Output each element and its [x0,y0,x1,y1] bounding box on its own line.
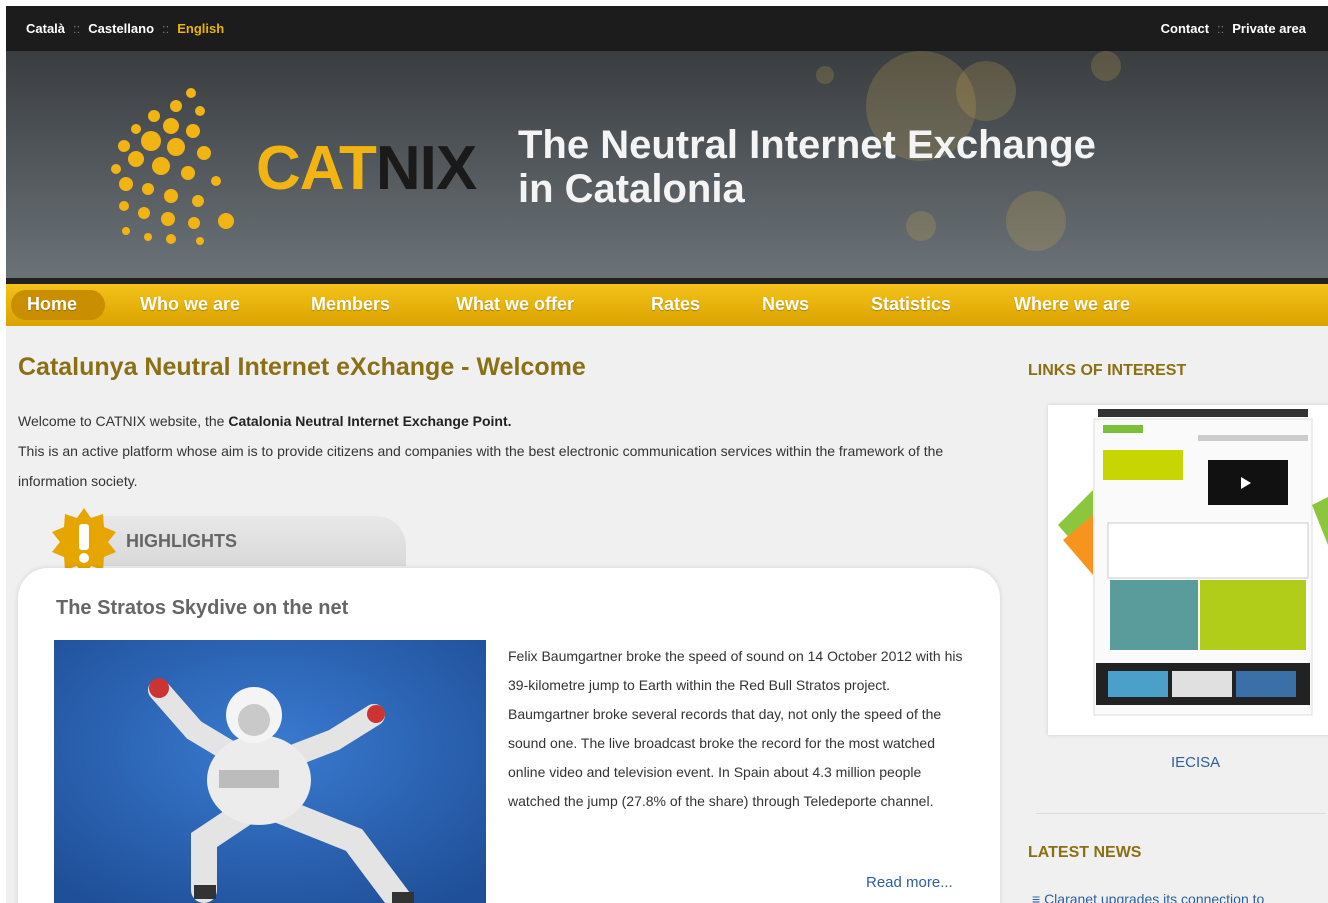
banner-decoration [906,211,936,241]
logo-cat: CAT [256,134,377,203]
top-bar: Català:: Castellano:: English Contact:: Pri… [6,6,1328,51]
logo-nix: NIX [375,134,477,203]
intro-bold: Catalonia Neutral Internet Exchange Poin… [228,413,512,429]
highlights-label: HIGHLIGHTS [126,531,237,551]
lang-catala[interactable]: Català [26,21,65,36]
intro-line-2: This is an active platform whose aim is … [18,443,944,489]
tagline-line-2: in Catalonia [518,167,745,211]
language-selector: Català:: Castellano:: English [26,21,225,36]
nav-rates[interactable]: Rates [651,294,700,315]
nav-home[interactable]: Home [27,294,77,315]
latest-news-heading: LATEST NEWS [1028,844,1142,861]
catnix-logo[interactable]: CATNIX [256,133,477,204]
private-area-link[interactable]: Private area [1232,21,1306,36]
lang-english[interactable]: English [177,21,224,36]
sidebar-divider [1036,813,1326,814]
article-image[interactable] [54,640,486,903]
nav-where-we-are[interactable]: Where we are [1014,294,1130,315]
banner-decoration [816,66,834,84]
header-banner: CATNIX The Neutral Internet Exchange in … [6,51,1328,284]
article-body: Felix Baumgartner broke the speed of sou… [508,648,963,809]
read-more-link[interactable]: Read more... [866,874,953,891]
iecisa-thumbnail[interactable] [1048,405,1328,735]
catnix-logo-icon [111,88,234,245]
nav-who-we-are[interactable]: Who we are [140,294,240,315]
nav-statistics[interactable]: Statistics [871,294,951,315]
banner-tagline: The Neutral Internet Exchange in Catalon… [518,123,1096,211]
main-navigation: Home Who we are Members What we offer Ra… [6,284,1328,326]
nav-members[interactable]: Members [311,294,390,315]
website-preview-image [1048,405,1328,735]
banner-decoration [1091,51,1121,81]
news-item[interactable]: ≡ Claranet upgrades its connection to [1032,891,1264,903]
bullet-icon: ≡ [1032,891,1041,903]
banner-decoration [956,61,1016,121]
page-title: Catalunya Neutral Internet eXchange - We… [18,353,586,381]
nav-news[interactable]: News [762,294,809,315]
browser-viewport: Català:: Castellano:: English Contact:: Pri… [6,6,1328,903]
lang-castellano[interactable]: Castellano [88,21,154,36]
article-title[interactable]: The Stratos Skydive on the net [56,597,348,620]
nav-what-we-offer[interactable]: What we offer [456,294,574,315]
skydiver-illustration [54,640,486,903]
intro-prefix: Welcome to CATNIX website, the [18,413,229,429]
news-item-text: Claranet upgrades its connection to [1044,891,1265,903]
contact-link[interactable]: Contact [1161,21,1209,36]
utility-links: Contact:: Private area [1160,21,1306,36]
intro-text: Welcome to CATNIX website, the Catalonia… [18,406,998,496]
exclamation-badge-icon [52,508,116,576]
links-of-interest-heading: LINKS OF INTEREST [1028,362,1187,379]
tagline-line-1: The Neutral Internet Exchange [518,123,1096,167]
iecisa-link[interactable]: IECISA [1171,754,1220,771]
